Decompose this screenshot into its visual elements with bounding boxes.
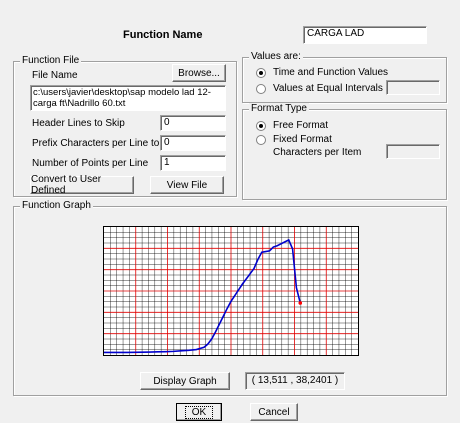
function-graph-chart: [103, 226, 359, 356]
points-per-line-input[interactable]: 1: [160, 155, 226, 171]
function-file-legend: Function File: [20, 55, 82, 67]
coordinate-readout: ( 13,511 , 38,2401 ): [245, 372, 345, 390]
format-type-legend: Format Type: [249, 103, 309, 115]
header-lines-label: Header Lines to Skip: [32, 118, 125, 129]
ok-label: OK: [184, 405, 214, 419]
time-and-function-values-radio[interactable]: [256, 68, 266, 78]
values-are-legend: Values are:: [249, 51, 303, 63]
fixed-format-label: Fixed Format: [273, 134, 332, 145]
free-format-radio[interactable]: [256, 121, 266, 131]
fixed-format-radio[interactable]: [256, 135, 266, 145]
header-lines-input[interactable]: 0: [160, 115, 226, 131]
browse-button[interactable]: Browse...: [172, 64, 226, 82]
radio-selected-dot: [259, 124, 263, 128]
display-graph-button[interactable]: Display Graph: [140, 372, 230, 390]
file-name-label: File Name: [32, 70, 78, 81]
ok-button[interactable]: OK: [176, 403, 222, 421]
view-file-button[interactable]: View File: [150, 176, 224, 194]
time-and-function-values-label: Time and Function Values: [273, 67, 389, 78]
characters-per-item-input[interactable]: [386, 144, 440, 159]
values-at-equal-intervals-label: Values at Equal Intervals of: [273, 83, 394, 94]
values-at-equal-intervals-radio[interactable]: [256, 84, 266, 94]
radio-selected-dot: [259, 71, 263, 75]
equal-interval-input[interactable]: [386, 80, 440, 95]
file-path-field: c:\users\javier\desktop\sap modelo lad 1…: [30, 85, 226, 111]
function-name-input[interactable]: CARGA LAD: [303, 26, 427, 44]
points-per-line-label: Number of Points per Line: [32, 158, 149, 169]
function-graph-svg: [104, 227, 358, 355]
function-name-title: Function Name: [123, 29, 203, 41]
free-format-label: Free Format: [273, 120, 329, 131]
convert-to-user-defined-button[interactable]: Convert to User Defined: [30, 174, 134, 196]
cancel-button[interactable]: Cancel: [250, 403, 298, 421]
characters-per-item-label: Characters per Item: [273, 147, 362, 158]
current-point-marker: [298, 301, 303, 305]
function-graph-legend: Function Graph: [20, 200, 93, 212]
prefix-chars-input[interactable]: 0: [160, 135, 226, 151]
